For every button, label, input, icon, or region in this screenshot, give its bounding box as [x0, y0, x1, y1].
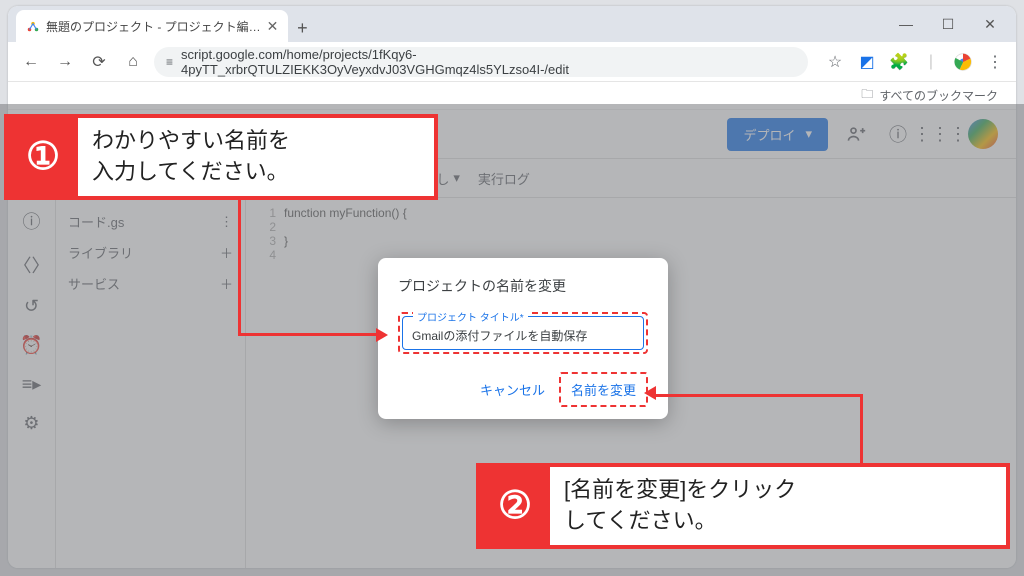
callout-2: ② [名前を変更]をクリック してください。 — [476, 463, 1010, 549]
new-tab-button[interactable]: + — [288, 14, 316, 42]
close-tab-icon[interactable]: ✕ — [267, 18, 279, 35]
all-bookmarks-link[interactable]: すべてのブックマーク — [879, 87, 998, 104]
arrow-2-head — [644, 386, 656, 400]
arrow-2-h — [652, 394, 862, 397]
reload-button[interactable]: ⟳ — [86, 49, 112, 75]
project-title-field: プロジェクト タイトル* — [402, 316, 644, 350]
url-text: script.google.com/home/projects/1fKqy6-4… — [181, 47, 796, 77]
arrow-1-head — [376, 328, 388, 342]
back-button[interactable]: ← — [18, 49, 44, 75]
extension-icon-1[interactable]: ◩ — [856, 51, 878, 73]
arrow-2-v — [860, 394, 863, 463]
rename-button[interactable]: 名前を変更 — [563, 376, 644, 403]
url-box[interactable]: ≡ script.google.com/home/projects/1fKqy6… — [154, 47, 808, 77]
apps-script-favicon — [26, 19, 40, 33]
minimize-button[interactable]: — — [886, 10, 926, 38]
folder-icon: 🗀 — [861, 85, 873, 106]
site-info-icon[interactable]: ≡ — [166, 55, 173, 69]
browser-tab[interactable]: 無題のプロジェクト - プロジェクト編… ✕ — [16, 10, 288, 42]
close-window-button[interactable]: ✕ — [970, 10, 1010, 38]
star-bookmark-icon[interactable]: ☆ — [824, 51, 846, 73]
tab-title: 無題のプロジェクト - プロジェクト編… — [46, 18, 261, 35]
annotation-highlight-rename: 名前を変更 — [559, 372, 648, 407]
callout-number-2: ② — [480, 467, 550, 545]
cancel-button[interactable]: キャンセル — [470, 374, 555, 405]
kebab-menu-icon[interactable]: ⋮ — [984, 51, 1006, 73]
divider: | — [920, 51, 942, 73]
callout-1: ① わかりやすい名前を 入力してください。 — [4, 114, 438, 200]
address-bar-row: ← → ⟳ ⌂ ≡ script.google.com/home/project… — [8, 42, 1016, 82]
callout-text-2: [名前を変更]をクリック してください。 — [550, 467, 810, 545]
callout-text-1: わかりやすい名前を 入力してください。 — [78, 118, 304, 196]
chrome-profile-icon[interactable] — [952, 51, 974, 73]
rename-dialog: プロジェクトの名前を変更 プロジェクト タイトル* キャンセル 名前を変更 — [378, 258, 668, 419]
home-button[interactable]: ⌂ — [120, 49, 146, 75]
window-controls: — ☐ ✕ — [886, 10, 1010, 38]
maximize-button[interactable]: ☐ — [928, 10, 968, 38]
annotation-highlight-input: プロジェクト タイトル* — [398, 312, 648, 354]
arrow-1-h — [238, 333, 378, 336]
tab-strip: 無題のプロジェクト - プロジェクト編… ✕ + — [8, 6, 1016, 42]
arrow-1-v — [238, 198, 241, 336]
forward-button[interactable]: → — [52, 49, 78, 75]
dialog-title: プロジェクトの名前を変更 — [398, 276, 648, 296]
field-label: プロジェクト タイトル* — [413, 309, 528, 324]
callout-number-1: ① — [8, 118, 78, 196]
extensions-puzzle-icon[interactable]: 🧩 — [888, 51, 910, 73]
